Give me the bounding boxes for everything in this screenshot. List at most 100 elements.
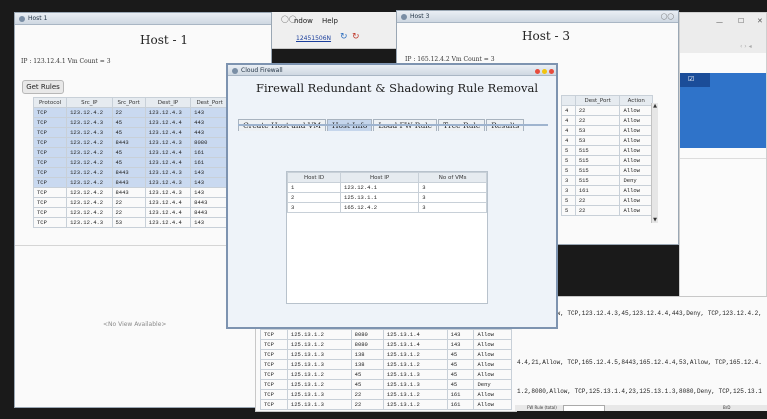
host1-title: Host 1 xyxy=(28,15,48,22)
host1-titlebar[interactable]: Host 1 xyxy=(15,13,271,25)
table-cell: 143 xyxy=(446,329,475,340)
reload-icon[interactable]: ↻ xyxy=(352,32,360,42)
maximize-icon[interactable]: ☐ xyxy=(738,17,744,25)
table-row[interactable]: 5 515 Allow xyxy=(561,145,653,156)
table-cell: Allow xyxy=(619,195,653,206)
table-cell: 123.12.4.4 xyxy=(144,147,192,158)
close-button-icon[interactable] xyxy=(549,69,554,74)
bottom-rules-table: TCP 125.13.1.2 8080 125.13.1.4 143 Allow TCP 12… xyxy=(260,329,512,410)
table-cell: 8080 xyxy=(350,329,384,340)
table-row[interactable]: TCP 125.13.1.3 22 125.13.1.2 161 Allow xyxy=(260,399,512,410)
table-cell: 45 xyxy=(446,369,475,380)
table-row[interactable]: TCP 125.13.1.2 45 125.13.1.3 45 Deny xyxy=(260,379,512,390)
get-rules-button[interactable]: Get Rules xyxy=(22,80,64,94)
table-cell: 123.12.4.2 xyxy=(66,187,113,198)
window-controls-icon[interactable]: ◯◯ xyxy=(661,11,674,23)
table-cell: 22 xyxy=(574,205,621,216)
table-cell: 123.12.4.3 xyxy=(66,117,113,128)
table-row[interactable]: TCP 123.12.4.2 8443 123.12.4.3 143 xyxy=(32,167,229,178)
table-cell: 143 xyxy=(190,167,229,178)
table-row[interactable]: 4 53 Allow xyxy=(561,135,653,146)
table-row[interactable]: TCP 123.12.4.2 8443 123.12.4.3 8080 xyxy=(32,137,229,148)
table-cell: 125.13.1.3 xyxy=(286,349,352,360)
table-row[interactable]: 4 22 Allow xyxy=(561,115,653,126)
table-cell: 5 xyxy=(561,145,576,156)
table-row[interactable]: TCP 123.12.4.2 22 123.12.4.4 8443 xyxy=(32,197,229,208)
blue-header-strip xyxy=(680,73,710,87)
host1-heading: Host - 1 xyxy=(140,33,188,47)
table-row[interactable]: 2 125.13.1.1 3 xyxy=(286,192,487,203)
table-cell: 22 xyxy=(574,105,621,116)
table-cell: 138 xyxy=(350,349,384,360)
table-cell: 123.12.4.4 xyxy=(144,217,192,228)
table-row[interactable]: TCP 123.12.4.3 53 123.12.4.4 143 xyxy=(32,217,229,228)
table-row[interactable]: 3 165.12.4.2 3 xyxy=(286,202,487,213)
table-row[interactable]: 5 515 Allow xyxy=(561,155,653,166)
table-cell: 4 xyxy=(561,115,576,126)
table-cell: 4 xyxy=(561,125,576,136)
table-cell: Allow xyxy=(619,205,653,216)
table-row[interactable]: 4 53 Allow xyxy=(561,125,653,136)
host1-ip-line: IP : 123.12.4.1 Vm Count = 3 xyxy=(21,58,111,65)
table-cell: Allow xyxy=(473,369,512,380)
bottom-rules-panel: TCP 125.13.1.2 8080 125.13.1.4 143 Allow TCP 12… xyxy=(255,328,517,412)
host3-titlebar[interactable]: Host 3 ◯◯ xyxy=(397,11,678,23)
table-cell: Deny xyxy=(473,379,512,390)
host-info-panel: Host ID Host IP No of VMs 1 123.12.4.1 3 2 125… xyxy=(286,171,488,304)
table-cell: 123.12.4.2 xyxy=(66,107,113,118)
table-cell: TCP xyxy=(260,399,288,410)
table-row[interactable]: 5 22 Allow xyxy=(561,205,653,216)
table-row[interactable]: TCP 123.12.4.3 45 123.12.4.4 443 xyxy=(32,117,229,128)
table-row[interactable]: TCP 123.12.4.2 8443 123.12.4.3 143 xyxy=(32,187,229,198)
table-row[interactable]: TCP 125.13.1.2 8080 125.13.1.4 143 Allow xyxy=(260,329,512,340)
table-cell: 125.13.1.2 xyxy=(286,369,352,380)
table-cell: 8443 xyxy=(111,137,146,148)
table-cell: 22 xyxy=(350,389,384,400)
table-row[interactable]: TCP 125.13.1.2 8080 125.13.1.4 143 Allow xyxy=(260,339,512,350)
table-cell: Deny xyxy=(619,175,653,186)
table-row[interactable]: 3 161 Allow xyxy=(561,185,653,196)
table-row[interactable]: 5 515 Allow xyxy=(561,165,653,176)
minimize-icon[interactable]: — xyxy=(716,18,723,26)
minimize-button-icon[interactable] xyxy=(535,69,541,74)
table-row[interactable]: TCP 123.12.4.2 45 123.12.4.4 161 xyxy=(32,147,229,158)
table-cell: Allow xyxy=(619,125,653,136)
table-row[interactable]: TCP 125.13.1.3 138 125.13.1.2 45 Allow xyxy=(260,359,512,370)
chevron-icon[interactable]: ‹ › ◂ xyxy=(740,43,752,50)
table-row[interactable]: TCP 125.13.1.3 138 125.13.1.2 45 Allow xyxy=(260,349,512,360)
table-cell: 22 xyxy=(111,207,146,218)
tab-underline xyxy=(238,124,548,126)
table-row[interactable]: 1 123.12.4.1 3 xyxy=(286,182,487,193)
results-footer-right: BrD xyxy=(723,405,731,410)
table-row[interactable]: 5 22 Allow xyxy=(561,195,653,206)
toolbar-link[interactable]: 12451506N xyxy=(296,35,331,42)
refresh-icon[interactable]: ↻ xyxy=(340,32,348,42)
scroll-up-icon[interactable]: ▲ xyxy=(652,103,658,109)
checkbox-icon[interactable]: ☑ xyxy=(688,75,694,83)
table-row[interactable]: 3 515 Deny xyxy=(561,175,653,186)
table-row[interactable]: TCP 125.13.1.3 22 125.13.1.2 161 Allow xyxy=(260,389,512,400)
table-cell: 123.12.4.3 xyxy=(144,107,192,118)
firewall-titlebar[interactable]: Cloud Firewall xyxy=(228,65,556,76)
menu-window[interactable]: ndow xyxy=(294,17,313,25)
host3-scrollbar[interactable]: ▲ ▼ xyxy=(651,103,658,223)
table-row[interactable]: TCP 123.12.4.2 8443 123.12.4.3 143 xyxy=(32,177,229,188)
table-cell: 123.12.4.3 xyxy=(144,167,192,178)
menu-help[interactable]: Help xyxy=(322,17,338,25)
table-row[interactable]: TCP 123.12.4.2 45 123.12.4.4 161 xyxy=(32,157,229,168)
results-line-2: 4.4,21,Allow, TCP,165.12.4.5,8443,165.12… xyxy=(517,359,762,366)
table-cell: Allow xyxy=(473,399,512,410)
table-cell: 53 xyxy=(574,125,621,136)
table-row[interactable]: TCP 123.12.4.2 22 123.12.4.3 143 xyxy=(32,107,229,118)
close-icon[interactable]: ✕ xyxy=(757,17,763,25)
results-footer-field[interactable] xyxy=(563,405,605,411)
scroll-down-icon[interactable]: ▼ xyxy=(652,217,658,223)
table-row[interactable]: TCP 123.12.4.3 45 123.12.4.4 443 xyxy=(32,127,229,138)
maximize-button-icon[interactable] xyxy=(542,69,548,74)
table-row[interactable]: 4 22 Allow xyxy=(561,105,653,116)
column-header: No of VMs xyxy=(418,172,487,183)
table-row[interactable]: TCP 125.13.1.2 45 125.13.1.3 45 Allow xyxy=(260,369,512,380)
table-cell: 4 xyxy=(561,135,576,146)
table-cell: Allow xyxy=(473,349,512,360)
table-row[interactable]: TCP 123.12.4.2 22 123.12.4.4 8443 xyxy=(32,207,229,218)
